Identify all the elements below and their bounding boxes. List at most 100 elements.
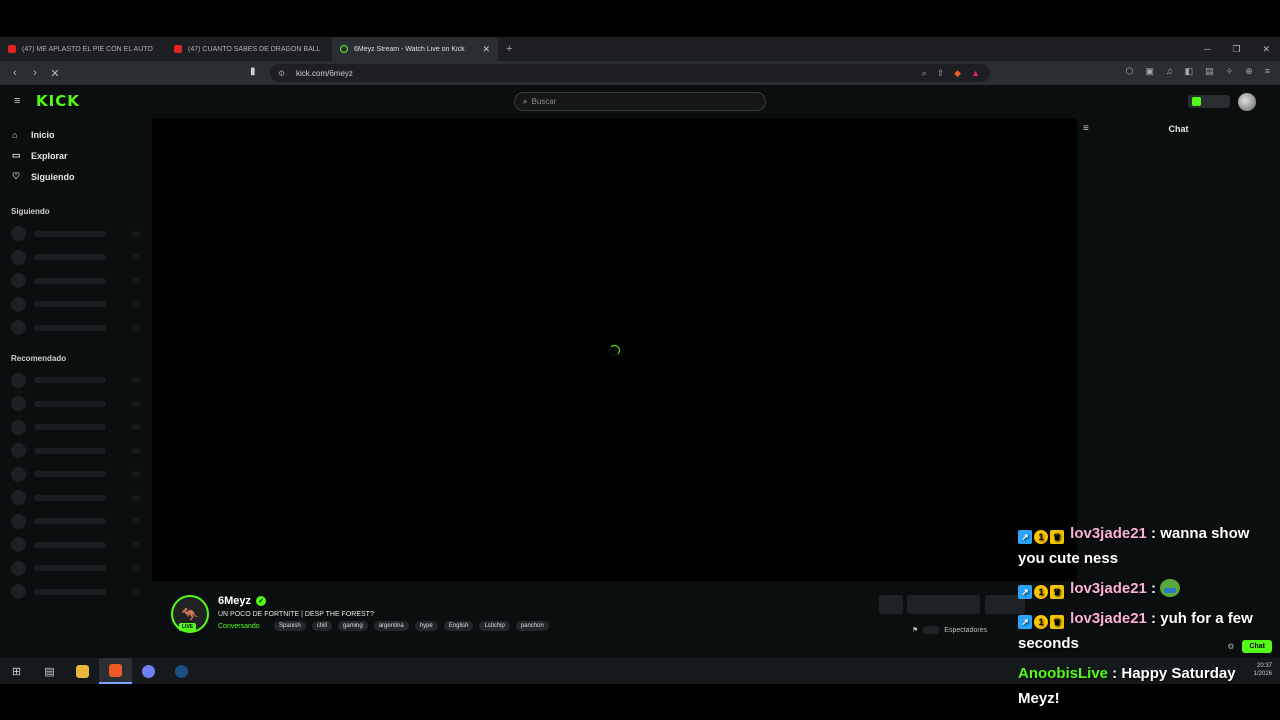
verified-icon: ✓: [256, 596, 267, 606]
kick-logo[interactable]: KICK: [36, 92, 80, 110]
extension-icon[interactable]: ⬡: [1125, 66, 1133, 77]
overlay-message: ↗ 1 ♛ lov3jade21 : wanna show you cute nes…: [1018, 525, 1250, 567]
leo-icon[interactable]: ✧: [1226, 66, 1234, 77]
stream-category[interactable]: Conversando: [218, 623, 260, 630]
skeleton-row: [0, 463, 152, 487]
skeleton-button: [907, 595, 980, 614]
crown-icon: ♛: [1050, 585, 1064, 599]
compass-icon: ▭: [12, 150, 21, 160]
sidebar-item-explorar[interactable]: ▭ Explorar: [0, 145, 152, 166]
sidebar-item-inicio[interactable]: ⌂ Inicio: [0, 124, 152, 145]
stop-icon[interactable]: ✕: [45, 67, 65, 80]
section-heading-following: Siguiendo: [11, 207, 50, 216]
brave-browser-icon[interactable]: [99, 658, 132, 684]
bookmark-icon[interactable]: ▮: [250, 66, 256, 77]
tag[interactable]: Lstichip: [479, 621, 510, 631]
minimize-icon[interactable]: ─: [1204, 44, 1210, 54]
wallet-icon[interactable]: ▤: [1205, 66, 1214, 77]
tag[interactable]: panchon: [515, 621, 549, 631]
kick-icon: [340, 45, 348, 53]
skeleton-row: [0, 269, 152, 293]
badge-icon: ↗: [1018, 615, 1032, 629]
avatar[interactable]: [1238, 93, 1256, 111]
header-user-control[interactable]: [1188, 95, 1230, 108]
new-tab-button[interactable]: +: [506, 43, 512, 55]
skeleton-row: [0, 557, 152, 581]
close-tab-icon[interactable]: ✕: [482, 44, 490, 55]
close-window-icon[interactable]: ✕: [1262, 44, 1270, 55]
forward-icon[interactable]: ›: [25, 67, 45, 79]
steam-icon[interactable]: [165, 658, 198, 684]
windows-start-icon[interactable]: ⊞: [0, 658, 33, 684]
tab-title: (47) CUANTO SABES DE DRAGON BALL: [188, 45, 321, 53]
skeleton-row: [0, 416, 152, 440]
skeleton-row: [0, 369, 152, 393]
viewer-count: ⚑ Espectadores: [912, 626, 987, 634]
url-field[interactable]: ⚙ kick.com/6meyz ⌕ ⇪ ◆ ▲: [270, 64, 990, 82]
search-placeholder: Buscar: [531, 97, 557, 106]
flag-icon: ⚑: [912, 627, 919, 634]
stream-chat-overlay: ↗ 1 ♛ lov3jade21 : wanna show you cute nes…: [1018, 521, 1280, 716]
youtube-icon: [8, 45, 16, 53]
browser-tab-bar: (47) ME APLASTÓ EL PIE CON EL AUTO (47) …: [0, 37, 1280, 61]
skeleton-button: [879, 595, 903, 614]
section-heading-recommended: Recomendado: [11, 353, 67, 363]
skeleton-row: [0, 222, 152, 246]
live-badge: LIVE: [179, 623, 197, 631]
sidebar-item-siguiendo[interactable]: ♡ Siguiendo: [0, 166, 152, 187]
brave-shield-icon[interactable]: ◆: [954, 68, 961, 79]
tag[interactable]: gaming: [338, 621, 368, 631]
discord-icon[interactable]: [132, 658, 165, 684]
hamburger-menu-icon[interactable]: ≡: [14, 95, 20, 107]
pepe-emote-icon: [1160, 579, 1181, 597]
maximize-icon[interactable]: ❐: [1232, 44, 1240, 55]
skeleton-row: [0, 439, 152, 463]
back-icon[interactable]: ‹: [5, 67, 25, 79]
browser-tab[interactable]: (47) CUANTO SABES DE DRAGON BALL: [166, 37, 332, 61]
tag[interactable]: hype: [414, 621, 438, 631]
kick-small-icon: [1192, 97, 1201, 106]
rewards-icon[interactable]: ▲: [971, 68, 980, 79]
tag[interactable]: English: [443, 621, 474, 631]
skeleton-row: [0, 316, 152, 340]
sidebar-toggle-icon[interactable]: ◧: [1185, 66, 1194, 77]
skeleton-row: [0, 246, 152, 270]
tag[interactable]: chill: [311, 621, 333, 631]
sidebar-item-label: Siguiendo: [31, 171, 75, 182]
share-icon[interactable]: ⇪: [937, 68, 945, 79]
chat-title: Chat: [1168, 124, 1189, 134]
url-actions: ⌕ ⇪ ◆ ▲: [922, 68, 980, 79]
search-input[interactable]: ⌕ Buscar: [514, 92, 766, 111]
zoom-icon[interactable]: ⌕: [922, 68, 927, 79]
badge-icon: ↗: [1018, 585, 1032, 599]
extensions-area: ⬡ ▣ ♫ ◧ ▤ ✧ ⊕ ≡: [1125, 66, 1270, 77]
crown-icon: ♛: [1050, 530, 1064, 544]
tag[interactable]: argentina: [373, 621, 409, 631]
crown-icon: ♛: [1050, 615, 1064, 629]
home-icon: ⌂: [12, 129, 18, 140]
skeleton-row: [0, 580, 152, 604]
overlay-username: lov3jade21: [1070, 580, 1147, 597]
task-view-icon[interactable]: ▤: [33, 658, 66, 684]
media-icon[interactable]: ♫: [1166, 66, 1173, 77]
youtube-icon: [174, 45, 182, 53]
browser-tab-active[interactable]: 6Meyz Stream - Watch Live on Kick ✕: [332, 37, 498, 61]
file-explorer-icon[interactable]: [66, 658, 99, 684]
site-info-icon[interactable]: ⚙: [278, 69, 288, 78]
badge-icon: 1: [1034, 530, 1048, 544]
screenshot-icon[interactable]: ▣: [1145, 66, 1154, 77]
address-bar-row: ‹ › ✕ ▮ ⚙ kick.com/6meyz ⌕ ⇪ ◆ ▲ ⬡ ▣ ♫ ◧…: [0, 61, 1280, 85]
sidebar-item-label: Inicio: [31, 129, 55, 140]
overlay-username: AnoobisLive: [1018, 665, 1109, 682]
channel-name[interactable]: 6Meyz: [218, 595, 251, 607]
overlay-message: AnoobisLive : Happy Saturday Meyz!: [1018, 665, 1236, 707]
menu-icon[interactable]: ≡: [1265, 66, 1270, 77]
browser-tab[interactable]: (47) ME APLASTÓ EL PIE CON EL AUTO: [0, 37, 166, 61]
stream-title: UN POCO DE FORTNITE | DESP THE FOREST?: [218, 611, 374, 618]
vpn-icon[interactable]: ⊕: [1245, 66, 1253, 77]
overlay-message: ↗ 1 ♛ lov3jade21 : yuh for a few seconds: [1018, 610, 1253, 652]
heart-icon: ♡: [12, 171, 21, 181]
tab-title: 6Meyz Stream - Watch Live on Kick: [354, 45, 465, 53]
overlay-username: lov3jade21: [1070, 610, 1147, 627]
tag[interactable]: Spanish: [274, 621, 306, 631]
